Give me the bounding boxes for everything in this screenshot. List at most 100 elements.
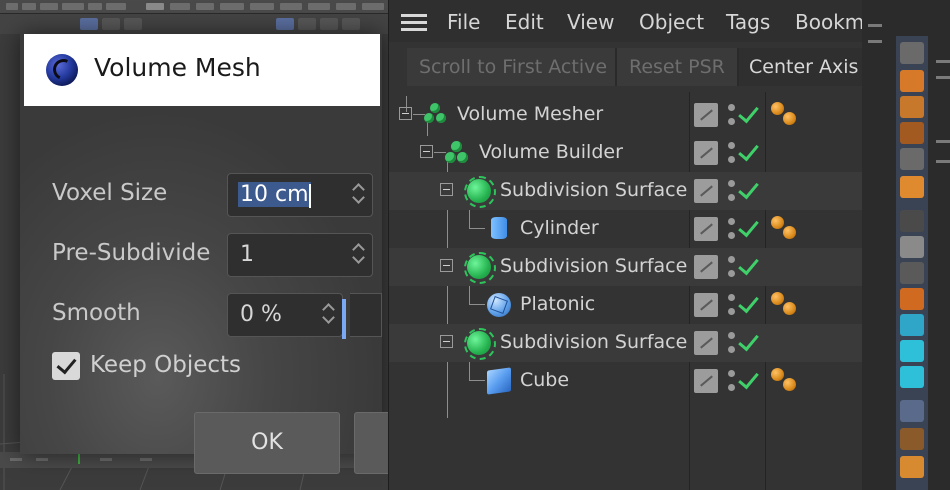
tool-icon[interactable]	[900, 400, 924, 422]
object-row-subdivision-surface[interactable]: Subdivision Surface	[389, 172, 863, 210]
subdivision-surface-icon	[464, 176, 496, 208]
enabled-check-icon[interactable]	[738, 367, 759, 390]
reset-psr-button[interactable]: Reset PSR	[619, 48, 735, 86]
layer-icon[interactable]	[694, 179, 718, 203]
center-axis-button[interactable]: Center Axis t	[739, 48, 863, 86]
pre-subdivide-field[interactable]: 1	[227, 233, 373, 277]
material-tag-icon[interactable]	[771, 216, 801, 242]
voxel-size-value: 10 cm	[238, 182, 311, 207]
tool-icon[interactable]	[900, 366, 924, 388]
visibility-dots-icon[interactable]	[727, 215, 737, 243]
enabled-check-icon[interactable]	[738, 101, 759, 124]
volume-builder-icon	[445, 141, 469, 165]
text-cursor	[309, 184, 311, 208]
menu-file[interactable]: File	[447, 10, 480, 34]
visibility-dots-icon[interactable]	[727, 177, 737, 205]
app-window: Volume Mesh Voxel Size 10 cm Pre-Subdivi…	[0, 0, 950, 490]
tool-icon[interactable]	[900, 210, 924, 232]
tool-palette	[862, 0, 950, 490]
volume-mesh-dialog: Volume Mesh Voxel Size 10 cm Pre-Subdivi…	[20, 34, 394, 474]
enabled-check-icon[interactable]	[738, 329, 759, 352]
cylinder-icon	[491, 217, 507, 239]
smooth-stepper[interactable]	[322, 301, 336, 329]
tool-icon[interactable]	[900, 262, 924, 284]
tool-icon[interactable]	[900, 340, 924, 362]
menu-view[interactable]: View	[567, 10, 614, 34]
object-row-cylinder[interactable]: Cylinder	[389, 210, 863, 248]
material-tag-icon[interactable]	[771, 292, 801, 318]
pre-subdivide-value: 1	[240, 242, 254, 267]
dialog-title-bar[interactable]: Volume Mesh	[24, 34, 380, 106]
keep-objects-checkbox[interactable]	[52, 352, 80, 380]
object-name: Volume Builder	[479, 141, 623, 163]
visibility-dots-icon[interactable]	[727, 329, 737, 357]
smooth-slider-handle[interactable]	[342, 299, 346, 339]
object-row-volume-builder[interactable]: Volume Builder	[389, 134, 863, 172]
object-row-subdivision-surface[interactable]: Subdivision Surface	[389, 324, 863, 362]
object-row-cube[interactable]: Cube	[389, 362, 863, 400]
material-tag-icon[interactable]	[771, 368, 801, 394]
tool-icon[interactable]	[900, 176, 924, 198]
tool-icon[interactable]	[900, 456, 924, 478]
cube-icon	[487, 367, 511, 395]
menu-tags[interactable]: Tags	[726, 10, 770, 34]
visibility-dots-icon[interactable]	[727, 253, 737, 281]
enabled-check-icon[interactable]	[738, 177, 759, 200]
collapse-toggle[interactable]	[399, 107, 412, 120]
enabled-check-icon[interactable]	[738, 215, 759, 238]
collapse-toggle[interactable]	[420, 145, 433, 158]
menu-edit[interactable]: Edit	[505, 10, 544, 34]
object-row-volume-mesher[interactable]: Volume Mesher	[389, 96, 863, 134]
viewport-menu-bar	[0, 0, 388, 14]
object-name: Volume Mesher	[457, 103, 604, 125]
tool-icon[interactable]	[900, 42, 924, 64]
layer-icon[interactable]	[694, 255, 718, 279]
visibility-dots-icon[interactable]	[727, 139, 737, 167]
scroll-to-first-active-button[interactable]: Scroll to First Active	[409, 48, 617, 86]
material-tag-icon[interactable]	[771, 102, 801, 128]
tool-icon[interactable]	[900, 122, 924, 144]
object-name: Cube	[520, 369, 570, 391]
enabled-check-icon[interactable]	[738, 291, 759, 314]
voxel-size-field[interactable]: 10 cm	[227, 173, 373, 217]
tool-icon[interactable]	[900, 148, 924, 170]
object-row-subdivision-surface[interactable]: Subdivision Surface	[389, 248, 863, 286]
hamburger-menu-icon[interactable]	[401, 14, 427, 31]
layer-icon[interactable]	[694, 369, 718, 393]
voxel-size-stepper[interactable]	[352, 181, 366, 209]
subdivision-surface-icon	[464, 252, 496, 284]
layer-icon[interactable]	[694, 141, 718, 165]
pre-subdivide-stepper[interactable]	[352, 241, 366, 269]
layer-icon[interactable]	[694, 293, 718, 317]
visibility-dots-icon[interactable]	[727, 367, 737, 395]
menu-object[interactable]: Object	[639, 10, 704, 34]
voxel-size-label: Voxel Size	[52, 180, 168, 206]
collapse-toggle[interactable]	[440, 259, 453, 272]
layer-icon[interactable]	[694, 331, 718, 355]
layer-icon[interactable]	[694, 217, 718, 241]
collapse-toggle[interactable]	[440, 335, 453, 348]
object-name: Subdivision Surface	[500, 255, 688, 277]
keep-objects-label: Keep Objects	[90, 352, 242, 378]
tool-icon[interactable]	[900, 428, 924, 450]
object-name: Cylinder	[520, 217, 599, 239]
tool-icon[interactable]	[900, 314, 924, 336]
smooth-slider[interactable]	[350, 293, 382, 337]
object-row-platonic[interactable]: Platonic	[389, 286, 863, 324]
visibility-dots-icon[interactable]	[727, 291, 737, 319]
smooth-field[interactable]: 0 %	[227, 293, 343, 337]
tool-icon[interactable]	[900, 288, 924, 310]
platonic-icon	[487, 293, 511, 317]
enabled-check-icon[interactable]	[738, 253, 759, 276]
layer-icon[interactable]	[694, 103, 718, 127]
visibility-dots-icon[interactable]	[727, 101, 737, 129]
tool-column	[896, 36, 928, 490]
pre-subdivide-label: Pre-Subdivide	[52, 240, 211, 266]
enabled-check-icon[interactable]	[738, 139, 759, 162]
tool-icon[interactable]	[900, 236, 924, 258]
tool-icon[interactable]	[900, 70, 924, 92]
tool-icon[interactable]	[900, 96, 924, 118]
object-manager-menu-bar: File Edit View Object Tags Bookma	[389, 0, 877, 42]
ok-button[interactable]: OK	[194, 412, 340, 474]
collapse-toggle[interactable]	[440, 183, 453, 196]
